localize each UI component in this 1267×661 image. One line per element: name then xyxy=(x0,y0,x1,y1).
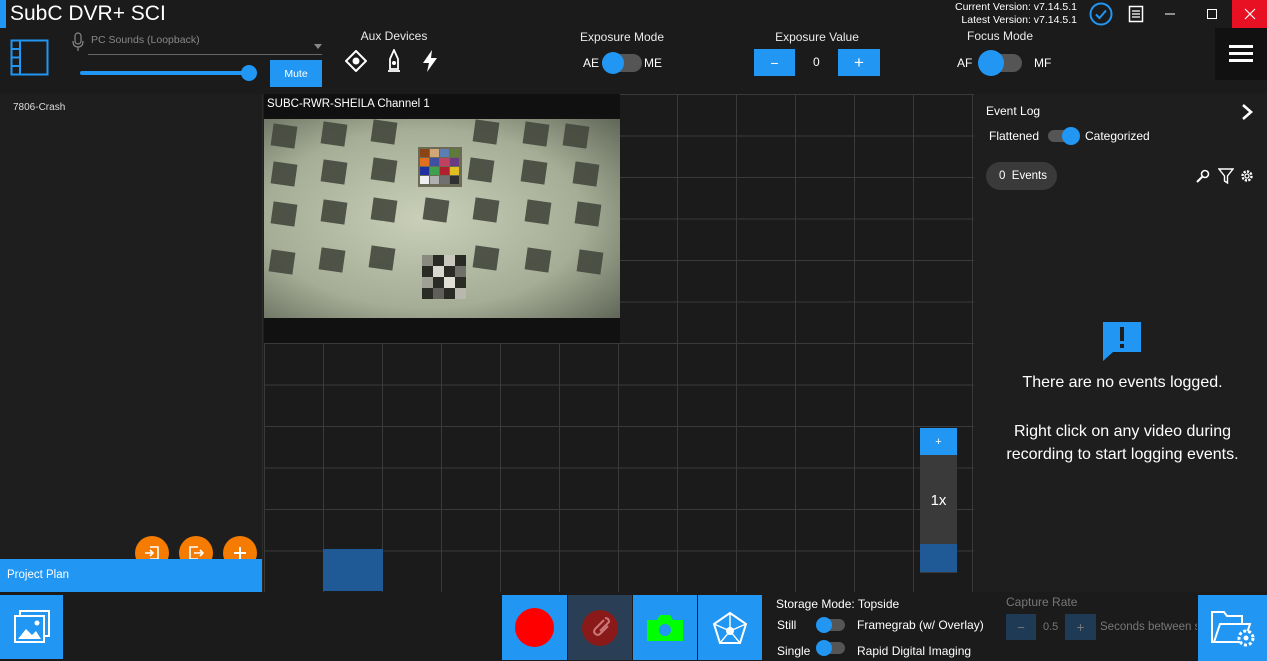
events-count: 0 Events xyxy=(999,170,1047,182)
minimize-button[interactable] xyxy=(1150,0,1190,28)
no-events-title: There are no events logged. xyxy=(1022,374,1223,391)
chevron-right-icon[interactable] xyxy=(1240,104,1254,120)
folder-settings-icon xyxy=(1210,611,1254,647)
aux-devices-label: Aux Devices xyxy=(360,29,428,43)
lightning-icon[interactable] xyxy=(421,49,439,73)
record-button[interactable] xyxy=(502,595,567,660)
selected-cell[interactable] xyxy=(323,549,383,591)
focus-mode-label: Focus Mode xyxy=(966,29,1034,43)
exposure-mode-toggle[interactable] xyxy=(602,52,642,74)
network-polygon-icon xyxy=(712,611,748,644)
still-toggle[interactable] xyxy=(816,617,845,633)
event-log-title: Event Log xyxy=(986,104,1041,118)
rdi-label: Rapid Digital Imaging xyxy=(857,644,972,658)
zoom-out-button[interactable] xyxy=(920,544,957,572)
project-plan-label: Project Plan xyxy=(7,569,70,581)
exposure-value-label: Exposure Value xyxy=(775,30,859,44)
toggle-knob xyxy=(816,640,832,656)
video-tile[interactable]: SUBC-RWR-SHEILA Channel 1 xyxy=(264,94,620,343)
capture-rate-label: Capture Rate xyxy=(1006,595,1078,609)
diamond-light-icon[interactable] xyxy=(344,49,368,73)
me-label: ME xyxy=(644,56,662,70)
record-icon xyxy=(515,608,554,647)
camera-icon xyxy=(647,614,683,641)
zoom-in-button[interactable]: + xyxy=(920,428,957,455)
capture-rate-unit: Seconds between s xyxy=(1100,621,1197,633)
alert-message-icon xyxy=(1101,320,1143,362)
gallery-button[interactable] xyxy=(0,595,63,659)
event-log-panel: Event Log Flattened Categorized 0 Events… xyxy=(978,94,1267,592)
title-bar: SubC DVR+ SCI Current Version: v7.14.5.1… xyxy=(0,0,1267,28)
categorized-label: Categorized xyxy=(1085,129,1150,143)
app-title: SubC DVR+ SCI xyxy=(10,2,166,25)
af-label: AF xyxy=(957,56,973,70)
focus-mode-toggle[interactable] xyxy=(978,50,1022,76)
events-count-badge: 0 Events xyxy=(986,162,1057,190)
microphone-icon xyxy=(72,32,84,52)
film-panel-icon[interactable] xyxy=(10,39,50,77)
left-panel: 7806-Crash Project Plan xyxy=(0,94,263,592)
single-label: Single xyxy=(777,644,811,658)
accent-strip xyxy=(0,0,6,28)
attach-button[interactable] xyxy=(568,595,632,660)
exposure-value: 0 xyxy=(813,55,820,69)
bottom-bar: Storage Mode: Topside Still Framegrab (w… xyxy=(0,592,1267,661)
gallery-icon xyxy=(13,610,50,643)
storage-settings-button[interactable] xyxy=(1198,595,1267,661)
network-button[interactable] xyxy=(698,595,762,660)
toggle-knob xyxy=(602,52,624,74)
toggle-knob xyxy=(978,50,1004,76)
video-grid[interactable]: SUBC-RWR-SHEILA Channel 1 + 1x xyxy=(264,94,974,592)
chevron-down-icon xyxy=(314,37,322,55)
filter-icon[interactable] xyxy=(1217,168,1235,185)
exposure-plus-button[interactable]: + xyxy=(838,49,880,76)
hamburger-icon xyxy=(1229,45,1253,62)
capture-rate-minus-button[interactable]: − xyxy=(1006,614,1036,640)
camera-feed[interactable] xyxy=(264,119,620,318)
calibration-board-image xyxy=(264,119,620,318)
flattened-label: Flattened xyxy=(989,129,1040,143)
latest-version: Latest Version: v7.14.5.1 xyxy=(961,14,1077,26)
volume-slider[interactable] xyxy=(80,71,250,75)
maximize-button[interactable] xyxy=(1192,0,1232,28)
channel-header: SUBC-RWR-SHEILA Channel 1 xyxy=(264,94,620,116)
plus-icon xyxy=(234,547,246,559)
version-info: Current Version: v7.14.5.1 Latest Versio… xyxy=(955,1,1077,27)
ae-label: AE xyxy=(583,56,600,70)
exposure-mode-label: Exposure Mode xyxy=(579,30,665,44)
audio-source-select[interactable]: PC Sounds (Loopback) xyxy=(88,32,322,55)
check-circle-icon[interactable] xyxy=(1089,2,1113,26)
toggle-knob xyxy=(1062,127,1080,145)
single-toggle[interactable] xyxy=(816,640,845,656)
menu-button[interactable] xyxy=(1215,28,1267,80)
current-version: Current Version: v7.14.5.1 xyxy=(955,1,1077,13)
gear-icon[interactable] xyxy=(1240,169,1254,183)
laser-icon[interactable] xyxy=(386,47,402,73)
search-icon[interactable] xyxy=(1196,169,1210,183)
audio-source-label: PC Sounds (Loopback) xyxy=(91,34,200,46)
notes-icon[interactable] xyxy=(1128,5,1144,23)
mf-label: MF xyxy=(1034,56,1052,70)
mute-button[interactable]: Mute xyxy=(270,60,322,87)
paperclip-icon xyxy=(582,609,618,646)
toolbar: PC Sounds (Loopback) Mute Aux Devices Ex… xyxy=(0,28,1267,94)
close-button[interactable] xyxy=(1232,0,1267,28)
zoom-level: 1x xyxy=(930,492,947,509)
list-item[interactable]: 7806-Crash xyxy=(13,102,65,113)
framegrab-label: Framegrab (w/ Overlay) xyxy=(857,618,984,632)
channel-title: SUBC-RWR-SHEILA Channel 1 xyxy=(267,98,430,110)
no-events-hint: Right click on any video during recordin… xyxy=(1006,423,1239,463)
storage-mode: Storage Mode: Topside xyxy=(776,597,900,611)
exposure-minus-button[interactable]: − xyxy=(754,49,795,76)
snapshot-button[interactable] xyxy=(633,595,697,660)
volume-slider-thumb[interactable] xyxy=(241,65,257,81)
project-plan-bar[interactable]: Project Plan xyxy=(0,559,262,592)
capture-rate-plus-button[interactable]: + xyxy=(1065,614,1096,640)
zoom-control[interactable]: + 1x xyxy=(920,428,957,573)
still-label: Still xyxy=(777,618,797,632)
capture-rate-value: 0.5 xyxy=(1043,621,1059,633)
toggle-knob xyxy=(816,617,832,633)
categorized-toggle[interactable] xyxy=(1048,127,1080,145)
